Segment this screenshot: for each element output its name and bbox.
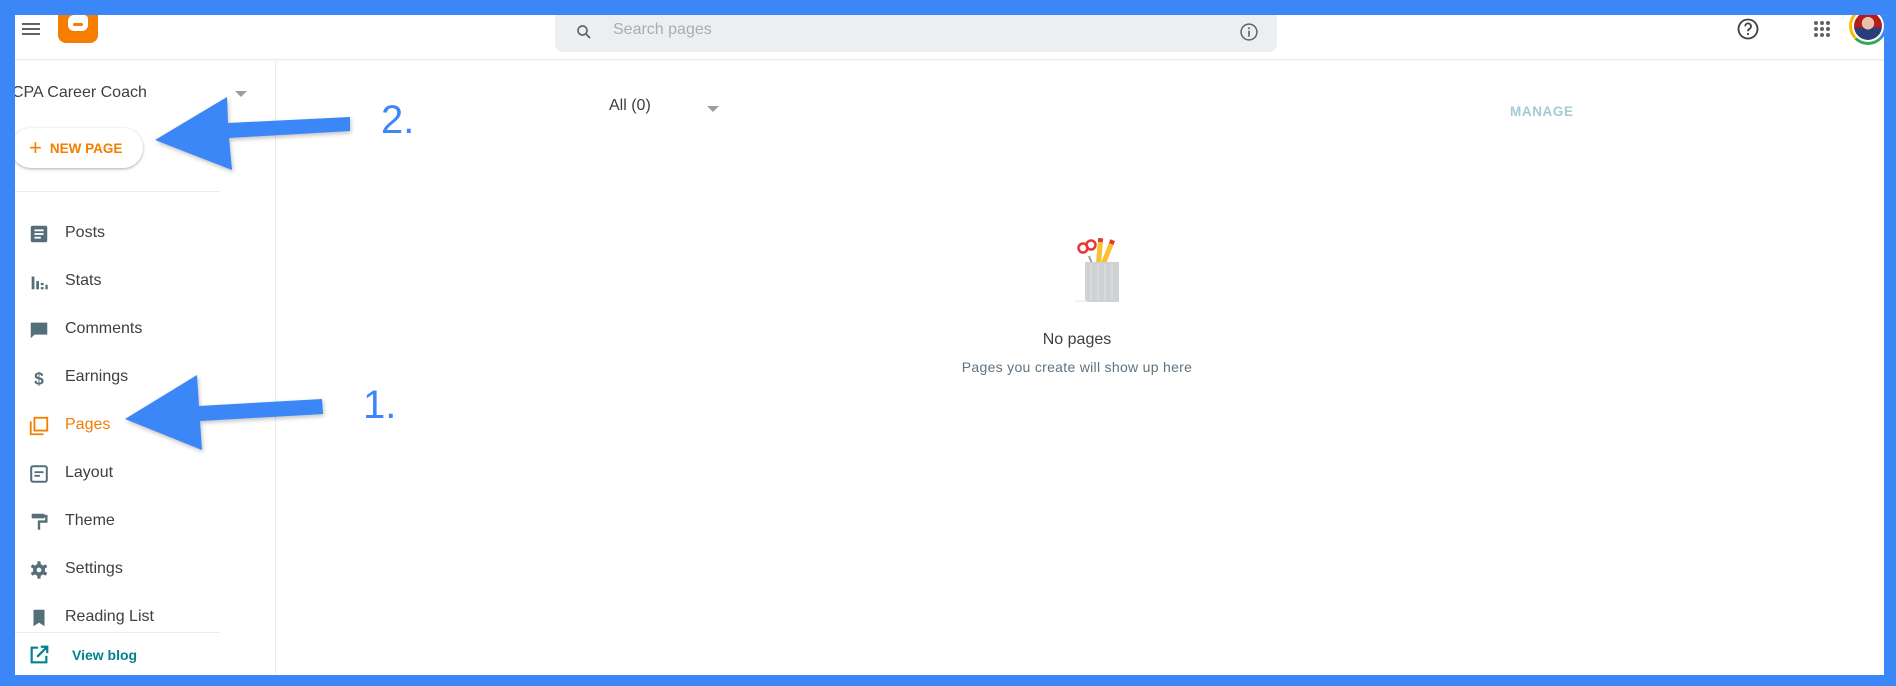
gear-icon (30, 561, 48, 579)
layout-icon (30, 465, 48, 483)
sidebar-item-comments[interactable]: Comments (15, 306, 275, 354)
sidebar-item-layout[interactable]: Layout (15, 450, 275, 498)
sidebar-item-label: Settings (65, 560, 123, 577)
view-blog-label: View blog (72, 647, 138, 663)
divider (15, 191, 220, 192)
sidebar-item-label: Posts (65, 224, 106, 241)
divider (15, 632, 220, 633)
annotation-label-2: 2. (381, 98, 415, 142)
posts-icon (30, 225, 48, 243)
empty-state-title: No pages (1042, 331, 1112, 348)
chevron-down-icon[interactable] (235, 91, 247, 97)
help-icon[interactable] (1736, 17, 1760, 41)
apps-grid-icon[interactable] (1812, 19, 1832, 39)
sidebar-item-stats[interactable]: Stats (15, 258, 275, 306)
stats-icon (31, 276, 48, 290)
search-icon[interactable] (575, 23, 593, 41)
comment-icon (30, 322, 48, 339)
new-page-label: NEW PAGE (49, 140, 123, 156)
pages-icon (29, 416, 49, 436)
new-page-button[interactable]: + NEW PAGE (15, 128, 143, 168)
app-window: CPA Career Coach + NEW PAGE Posts Stats … (15, 15, 1884, 675)
sidebar-item-label: Reading List (65, 608, 154, 625)
chevron-down-icon[interactable] (707, 106, 719, 112)
top-header (15, 15, 1884, 60)
sidebar-item-settings[interactable]: Settings (15, 546, 275, 594)
sidebar-item-theme[interactable]: Theme (15, 498, 275, 546)
sidebar-item-reading-list[interactable]: Reading List (15, 594, 275, 642)
sidebar-item-label: Pages (65, 416, 111, 433)
open-in-new-icon (30, 645, 49, 664)
info-icon[interactable] (1239, 22, 1259, 42)
blogger-logo[interactable] (58, 15, 98, 43)
sidebar-item-label: Earnings (65, 368, 129, 385)
dollar-icon: $ (34, 368, 44, 388)
blog-selector[interactable]: CPA Career Coach (15, 84, 252, 102)
sidebar-item-label: Stats (65, 272, 102, 289)
manage-button[interactable]: MANAGE (1510, 104, 1574, 119)
empty-state-subtitle: Pages you create will show up here (961, 359, 1193, 375)
main-content: All (0) MANAGE No pages Pages you create… (277, 61, 1884, 675)
sidebar-item-label: Comments (65, 320, 143, 337)
annotation-label-1: 1. (363, 383, 397, 427)
sidebar-item-pages[interactable]: Pages (15, 402, 275, 450)
svg-text:$: $ (34, 368, 44, 388)
sidebar-nav: Posts Stats Comments $ Earnings Pages La… (15, 210, 275, 642)
empty-pencil-cup-illustration (1075, 237, 1119, 302)
sidebar-item-earnings[interactable]: $ Earnings (15, 354, 275, 402)
account-avatar[interactable] (1849, 15, 1884, 45)
paint-roller-icon (31, 513, 48, 530)
sidebar-item-label: Layout (65, 464, 114, 481)
search-input[interactable] (613, 21, 1193, 39)
bookmark-icon (33, 609, 45, 627)
plus-icon: + (29, 135, 42, 160)
view-blog-link[interactable]: View blog (15, 641, 215, 675)
blog-name: CPA Career Coach (15, 84, 147, 101)
hamburger-menu-icon[interactable] (22, 20, 44, 38)
filter-label: All (0) (609, 97, 651, 114)
search-bar (555, 15, 1277, 52)
sidebar: CPA Career Coach + NEW PAGE Posts Stats … (15, 61, 276, 675)
sidebar-item-label: Theme (65, 512, 115, 529)
sidebar-item-posts[interactable]: Posts (15, 210, 275, 258)
